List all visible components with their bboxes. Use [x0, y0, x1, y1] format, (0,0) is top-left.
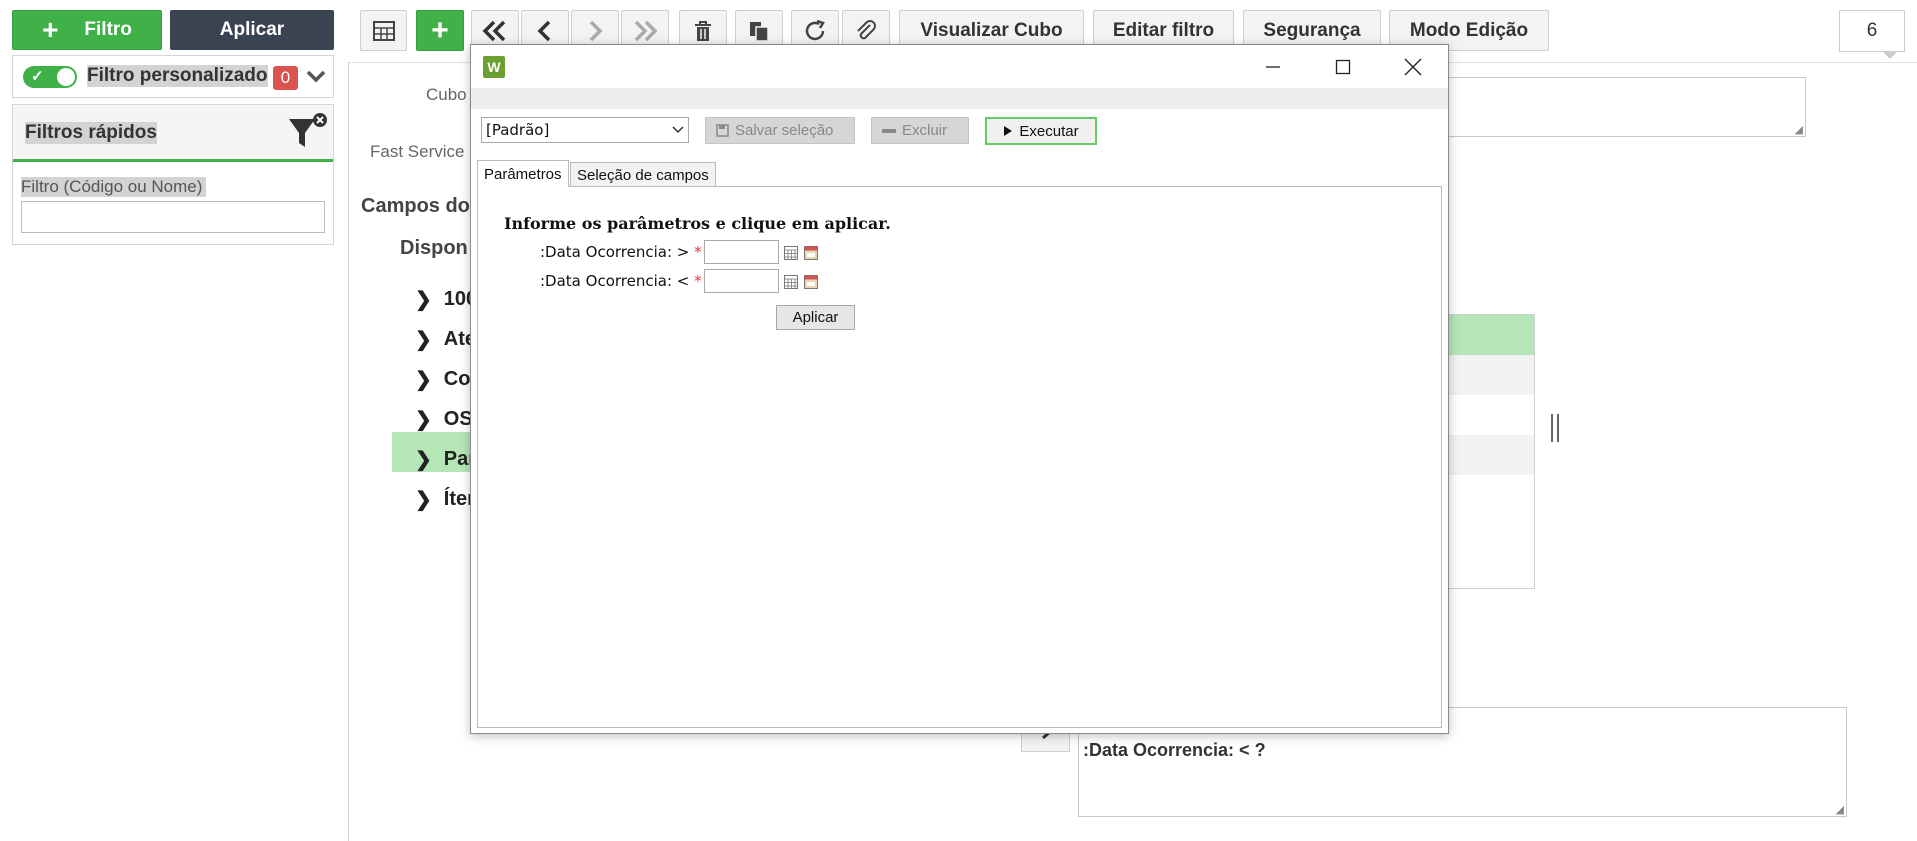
fast-service-label: Fast Service — [370, 142, 465, 161]
tab-parameters-label: Parâmetros — [484, 165, 562, 183]
date-from-input[interactable] — [704, 240, 779, 264]
delete-selection-label: Excluir — [902, 122, 948, 139]
cubo-label: Cubo — [426, 85, 467, 104]
tab-field-selection-label: Seleção de campos — [577, 166, 709, 184]
chevron-right-icon: ❯ — [415, 328, 432, 351]
double-chevron-right-icon — [634, 20, 658, 41]
apply-parameters-button[interactable]: Aplicar — [776, 305, 855, 330]
chevron-right-icon: ❯ — [415, 448, 432, 471]
query-text: :Data Ocorrencia: < ? — [1083, 740, 1266, 760]
apply-filter-button[interactable]: Aplicar — [170, 10, 334, 50]
add-filter-button[interactable]: + Filtro — [12, 10, 162, 50]
filter-clear-icon[interactable] — [286, 111, 328, 151]
refresh-icon — [805, 19, 825, 40]
double-chevron-left-icon — [482, 20, 506, 41]
fields-list-row-selected[interactable] — [1449, 315, 1534, 355]
execute-button[interactable]: Executar — [985, 117, 1097, 145]
custom-filter-toggle[interactable]: ✓ — [23, 66, 77, 88]
required-marker: * — [694, 243, 702, 261]
chevron-right-icon: ❯ — [415, 408, 432, 431]
quick-filters-panel: Filtros rápidos Filtro (Código ou Nome) — [12, 104, 334, 245]
resize-grip-icon: ◢ — [1794, 124, 1803, 136]
filter-input-label: Filtro (Código ou Nome) — [21, 177, 207, 197]
check-icon: ✓ — [31, 68, 44, 85]
campos-heading: Campos do — [361, 195, 470, 217]
minimize-icon — [1266, 65, 1280, 68]
calendar-icon[interactable] — [804, 275, 818, 289]
fields-list-panel — [1449, 314, 1535, 589]
close-button[interactable] — [1378, 45, 1448, 88]
app-logo-icon: W — [483, 56, 505, 78]
fields-list-row[interactable] — [1449, 395, 1534, 435]
param-label: :Data Ocorrencia: > * — [540, 243, 702, 261]
disponiveis-heading: Dispon — [400, 237, 468, 259]
chevron-down-icon — [672, 126, 684, 134]
tree-item-label: OS — [443, 407, 473, 430]
add-filter-label: Filtro — [84, 19, 132, 40]
filter-code-name-input[interactable] — [21, 201, 325, 233]
grid-icon — [372, 20, 395, 41]
parameters-panel: Informe os parâmetros e clique em aplica… — [477, 186, 1442, 728]
play-icon — [1004, 126, 1013, 136]
param-label: :Data Ocorrencia: < * — [540, 272, 702, 290]
execute-label: Executar — [1019, 122, 1079, 140]
trash-icon — [695, 20, 711, 41]
sidebar-divider — [348, 62, 349, 841]
required-marker: * — [694, 272, 702, 290]
minimize-button[interactable] — [1238, 45, 1308, 88]
dialog-titlebar[interactable]: W — [471, 45, 1448, 88]
add-record-button[interactable]: + — [416, 10, 464, 51]
date-to-input[interactable] — [704, 269, 779, 293]
maximize-button[interactable] — [1308, 45, 1378, 88]
chevron-right-icon: ❯ — [415, 288, 432, 311]
app-logo-letter: W — [487, 59, 501, 75]
save-selection-button[interactable]: Salvar seleção — [705, 117, 855, 144]
badge-pointer — [1882, 51, 1898, 59]
fields-list-row[interactable] — [1449, 435, 1534, 475]
fields-list-row[interactable] — [1449, 355, 1534, 395]
chevron-right-icon: ❯ — [415, 368, 432, 391]
custom-filter-panel: ✓ Filtro personalizado 0 — [12, 55, 334, 98]
save-icon — [716, 124, 729, 137]
query-parameters-dialog: W [Padrão] Salvar seleção Excluir Execut… — [470, 44, 1449, 734]
security-label: Segurança — [1263, 19, 1361, 41]
paperclip-icon — [857, 19, 876, 39]
chevron-left-icon — [537, 20, 551, 41]
plus-icon: + — [42, 14, 59, 45]
maximize-icon — [1335, 59, 1351, 74]
custom-filter-count-badge: 0 — [273, 66, 298, 90]
view-cube-label: Visualizar Cubo — [920, 19, 1063, 41]
cubo-description-textarea[interactable]: ◢ — [1400, 77, 1806, 137]
chevron-right-icon: ❯ — [415, 488, 432, 511]
grid-view-button[interactable] — [360, 10, 407, 51]
splitter-handle[interactable] — [1551, 414, 1559, 442]
quick-filters-header: Filtros rápidos — [13, 105, 333, 162]
calendar-grid-icon[interactable] — [784, 246, 798, 260]
copy-icon — [750, 21, 769, 42]
instructions-text: Informe os parâmetros e clique em aplica… — [504, 214, 891, 233]
selection-preset-value: [Padrão] — [486, 121, 550, 139]
close-icon — [1404, 58, 1422, 75]
chevron-right-icon — [589, 20, 603, 41]
quick-filters-title: Filtros rápidos — [25, 122, 157, 144]
edit-mode-label: Modo Edição — [1409, 19, 1529, 41]
selection-preset-select[interactable]: [Padrão] — [481, 117, 689, 143]
plus-icon: + — [431, 13, 449, 47]
minus-icon — [882, 128, 896, 133]
custom-filter-label: Filtro personalizado — [87, 65, 268, 87]
tab-field-selection[interactable]: Seleção de campos — [570, 162, 716, 187]
chevron-down-icon[interactable] — [306, 70, 326, 84]
notification-badge[interactable]: 6 — [1839, 10, 1905, 52]
calendar-grid-icon[interactable] — [784, 275, 798, 289]
save-selection-label: Salvar seleção — [735, 122, 834, 139]
notification-count: 6 — [1866, 20, 1878, 41]
calendar-icon[interactable] — [804, 246, 818, 260]
delete-selection-button[interactable]: Excluir — [871, 117, 969, 144]
tab-parameters[interactable]: Parâmetros — [477, 160, 569, 187]
edit-filter-label: Editar filtro — [1112, 19, 1215, 41]
resize-grip-icon: ◢ — [1835, 804, 1844, 816]
dialog-menu-strip — [471, 88, 1448, 109]
